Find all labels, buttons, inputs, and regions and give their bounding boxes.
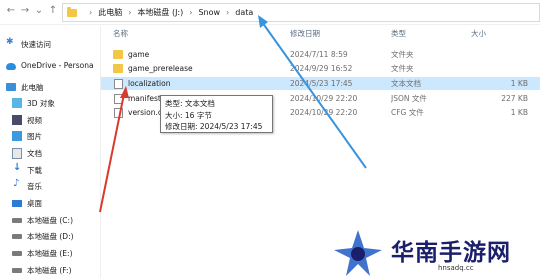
watermark-url: hnsadq.cc [438,264,474,272]
watermark-text: 华南手游网 [391,240,511,266]
red-arrow [99,86,129,213]
watermark: 华南手游网 hnsadq.cc [330,220,540,278]
blue-arrow [258,15,367,169]
watermark-logo-icon [334,230,382,276]
